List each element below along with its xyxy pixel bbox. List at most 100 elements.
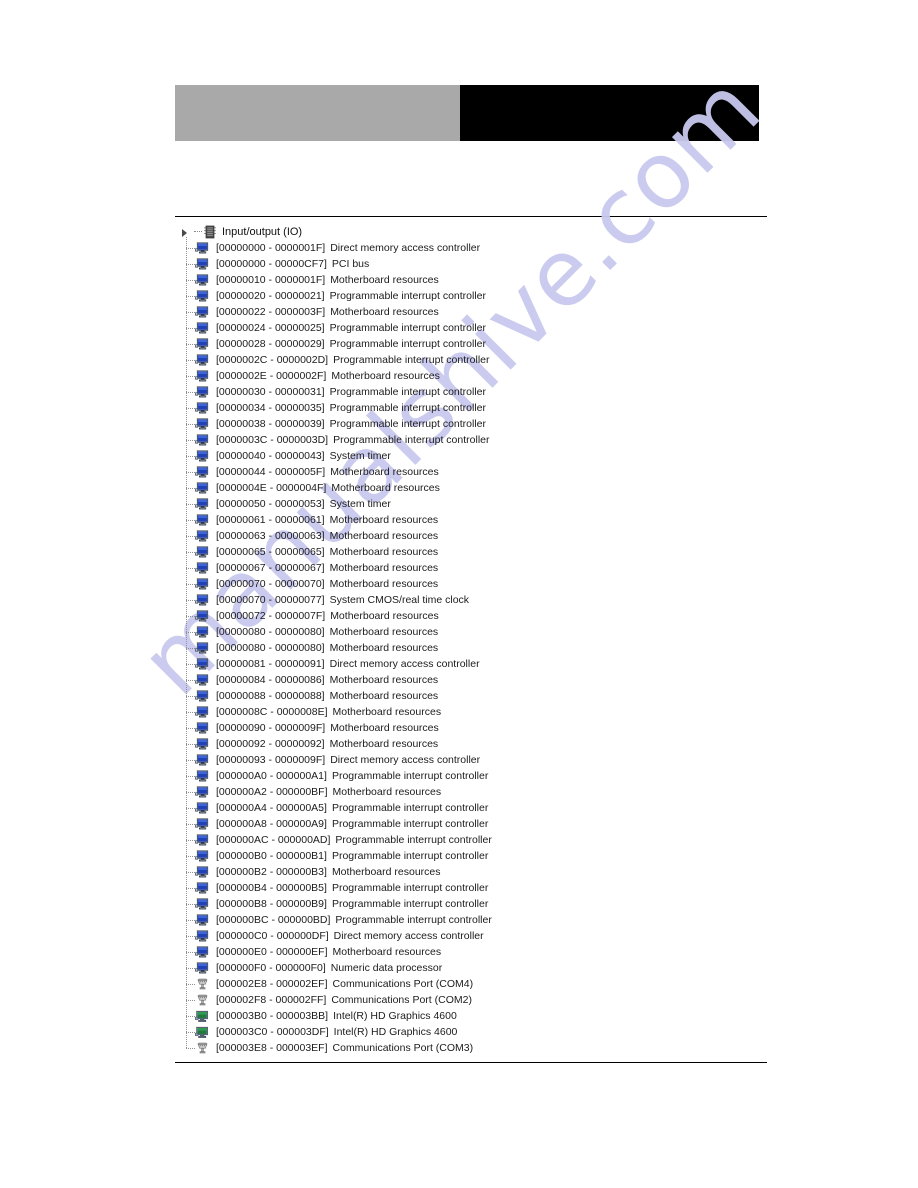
monitor-blue-icon — [195, 562, 210, 575]
monitor-blue-icon — [195, 834, 210, 847]
resource-range: [00000090 - 0000009F] — [216, 722, 326, 734]
tree-row[interactable]: [000003E8 - 000003EF] Communications Port… — [186, 1040, 775, 1056]
tree-row[interactable]: [00000040 - 00000043] System timer — [186, 448, 775, 464]
monitor-blue-icon — [195, 354, 210, 367]
tree-row[interactable]: [00000020 - 00000021] Programmable interr… — [186, 288, 775, 304]
resource-device-name: Programmable interrupt controller — [329, 402, 487, 414]
resource-device-name: Programmable interrupt controller — [331, 802, 489, 814]
tree-row[interactable]: [0000003C - 0000003D] Programmable interr… — [186, 432, 775, 448]
tree-row[interactable]: [00000038 - 00000039] Programmable interr… — [186, 416, 775, 432]
tree-row[interactable]: [00000081 - 00000091] Direct memory acces… — [186, 656, 775, 672]
resource-device-name: Communications Port (COM3) — [332, 1042, 474, 1054]
tree-row[interactable]: [000000B2 - 000000B3] Motherboard resourc… — [186, 864, 775, 880]
resource-device-name: Motherboard resources — [331, 370, 440, 382]
resource-device-name: Motherboard resources — [330, 466, 439, 478]
tree-row[interactable]: [00000070 - 00000077] System CMOS/real ti… — [186, 592, 775, 608]
resource-range: [00000061 - 00000061] — [216, 514, 325, 526]
tree-row[interactable]: [0000002E - 0000002F] Motherboard resourc… — [186, 368, 775, 384]
tree-row[interactable]: [00000065 - 00000065] Motherboard resourc… — [186, 544, 775, 560]
monitor-blue-icon — [195, 930, 210, 943]
monitor-blue-icon — [195, 498, 210, 511]
resource-range: [00000020 - 00000021] — [216, 290, 325, 302]
tree-row[interactable]: [00000000 - 00000CF7] PCI bus — [186, 256, 775, 272]
resource-device-name: Programmable interrupt controller — [333, 354, 490, 366]
display-adapter-icon — [195, 1026, 210, 1039]
tree-row[interactable]: [00000072 - 0000007F] Motherboard resourc… — [186, 608, 775, 624]
tree-row[interactable]: [000000E0 - 000000EF] Motherboard resourc… — [186, 944, 775, 960]
resource-range: [00000044 - 0000005F] — [216, 466, 326, 478]
resource-device-name: System timer — [329, 498, 391, 510]
tree-row[interactable]: [000000F0 - 000000F0] Numeric data proces… — [186, 960, 775, 976]
tree-row[interactable]: [000000A8 - 000000A9] Programmable interr… — [186, 816, 775, 832]
tree-row[interactable]: [0000002C - 0000002D] Programmable interr… — [186, 352, 775, 368]
resource-device-name: Programmable interrupt controller — [329, 290, 487, 302]
resource-range: [00000000 - 00000CF7] — [216, 258, 327, 270]
tree-row[interactable]: [00000088 - 00000088] Motherboard resourc… — [186, 688, 775, 704]
tree-row[interactable]: [00000050 - 00000053] System timer — [186, 496, 775, 512]
tree-row[interactable]: [00000061 - 00000061] Motherboard resourc… — [186, 512, 775, 528]
tree-row[interactable]: [00000070 - 00000070] Motherboard resourc… — [186, 576, 775, 592]
tree-row[interactable]: [000000A4 - 000000A5] Programmable interr… — [186, 800, 775, 816]
computer-chip-icon — [203, 225, 217, 239]
resource-device-name: Motherboard resources — [331, 482, 440, 494]
resource-range: [000000B0 - 000000B1] — [216, 850, 327, 862]
resource-device-name: Communications Port (COM2) — [331, 994, 472, 1006]
resource-device-name: Motherboard resources — [329, 626, 439, 638]
tree-row[interactable]: [000000A0 - 000000A1] Programmable interr… — [186, 768, 775, 784]
tree-row[interactable]: [000000AC - 000000AD] Programmable interr… — [186, 832, 775, 848]
tree-row[interactable]: [00000090 - 0000009F] Motherboard resourc… — [186, 720, 775, 736]
tree-row[interactable]: [00000030 - 00000031] Programmable interr… — [186, 384, 775, 400]
tree-row[interactable]: [00000022 - 0000003F] Motherboard resourc… — [186, 304, 775, 320]
header-black-block — [460, 85, 759, 141]
tree-row[interactable]: [00000028 - 00000029] Programmable interr… — [186, 336, 775, 352]
resource-range: [00000038 - 00000039] — [216, 418, 325, 430]
tree-row[interactable]: [000000BC - 000000BD] Programmable interr… — [186, 912, 775, 928]
resource-device-name: Motherboard resources — [331, 866, 441, 878]
resource-device-name: Programmable interrupt controller — [331, 882, 489, 894]
tree-connector-line — [194, 231, 202, 233]
resource-range: [000000B2 - 000000B3] — [216, 866, 327, 878]
resource-range: [000000B8 - 000000B9] — [216, 898, 327, 910]
resource-device-name: Motherboard resources — [329, 530, 439, 542]
resource-device-name: Motherboard resources — [329, 514, 439, 526]
monitor-blue-icon — [195, 402, 210, 415]
tree-row[interactable]: [000002F8 - 000002FF] Communications Port… — [186, 992, 775, 1008]
tree-row[interactable]: [000000B4 - 000000B5] Programmable interr… — [186, 880, 775, 896]
tree-row[interactable]: [000000A2 - 000000BF] Motherboard resourc… — [186, 784, 775, 800]
tree-root-node[interactable]: Input/output (IO) — [175, 224, 775, 240]
tree-row[interactable]: [000000C0 - 000000DF] Direct memory acces… — [186, 928, 775, 944]
tree-row[interactable]: [00000024 - 00000025] Programmable interr… — [186, 320, 775, 336]
tree-row[interactable]: [0000004E - 0000004F] Motherboard resourc… — [186, 480, 775, 496]
tree-row[interactable]: [00000080 - 00000080] Motherboard resourc… — [186, 640, 775, 656]
tree-row[interactable]: [00000044 - 0000005F] Motherboard resourc… — [186, 464, 775, 480]
tree-row[interactable]: [00000092 - 00000092] Motherboard resourc… — [186, 736, 775, 752]
resource-range: [00000050 - 00000053] — [216, 498, 325, 510]
monitor-blue-icon — [195, 466, 210, 479]
monitor-blue-icon — [195, 722, 210, 735]
tree-row[interactable]: [000002E8 - 000002EF] Communications Port… — [186, 976, 775, 992]
tree-row[interactable]: [00000010 - 0000001F] Motherboard resourc… — [186, 272, 775, 288]
tree-row[interactable]: [000000B0 - 000000B1] Programmable interr… — [186, 848, 775, 864]
tree-row[interactable]: [00000067 - 00000067] Motherboard resourc… — [186, 560, 775, 576]
tree-row[interactable]: [00000080 - 00000080] Motherboard resourc… — [186, 624, 775, 640]
tree-row[interactable]: [0000008C - 0000008E] Motherboard resourc… — [186, 704, 775, 720]
tree-row[interactable]: [00000000 - 0000001F] Direct memory acces… — [186, 240, 775, 256]
monitor-blue-icon — [195, 690, 210, 703]
tree-row[interactable]: [00000084 - 00000086] Motherboard resourc… — [186, 672, 775, 688]
resource-device-name: Motherboard resources — [329, 690, 439, 702]
resource-range: [00000063 - 00000063] — [216, 530, 325, 542]
tree-row[interactable]: [00000063 - 00000063] Motherboard resourc… — [186, 528, 775, 544]
tree-row[interactable]: [000003C0 - 000003DF] Intel(R) HD Graphic… — [186, 1024, 775, 1040]
io-resource-tree: Input/output (IO) [00000000 - 0000001F] D… — [175, 224, 775, 1056]
resource-range: [00000024 - 00000025] — [216, 322, 325, 334]
resource-range: [000003C0 - 000003DF] — [216, 1026, 329, 1038]
resource-device-name: System CMOS/real time clock — [329, 594, 470, 606]
tree-row[interactable]: [00000093 - 0000009F] Direct memory acces… — [186, 752, 775, 768]
monitor-blue-icon — [195, 882, 210, 895]
expand-triangle-icon[interactable] — [181, 227, 192, 238]
tree-row[interactable]: [00000034 - 00000035] Programmable interr… — [186, 400, 775, 416]
resource-device-name: Motherboard resources — [332, 706, 442, 718]
tree-row[interactable]: [000000B8 - 000000B9] Programmable interr… — [186, 896, 775, 912]
resource-range: [000002F8 - 000002FF] — [216, 994, 327, 1006]
tree-row[interactable]: [000003B0 - 000003BB] Intel(R) HD Graphic… — [186, 1008, 775, 1024]
